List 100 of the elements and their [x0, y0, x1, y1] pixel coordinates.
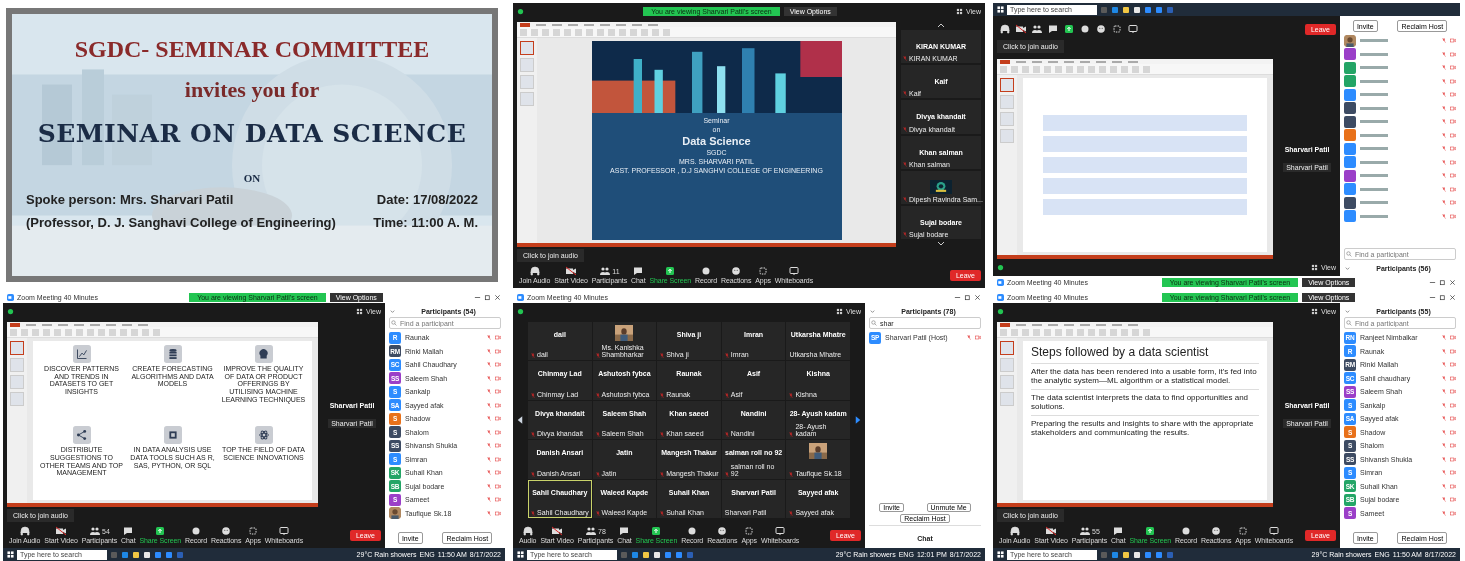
participant-row[interactable]	[1344, 34, 1456, 48]
participant-row[interactable]	[1344, 115, 1456, 129]
slide-text: Data Science	[682, 135, 751, 147]
video-off-icon	[495, 470, 501, 476]
start-icon[interactable]	[997, 551, 1004, 558]
camera-off-icon	[565, 266, 577, 276]
reactions-tool-button[interactable]	[1095, 24, 1107, 34]
record-tool-button[interactable]	[1079, 24, 1091, 34]
shield-icon[interactable]	[997, 308, 1004, 315]
whiteboard-icon	[787, 266, 800, 276]
previous-page-icon[interactable]	[517, 415, 523, 425]
video-off-icon	[495, 348, 501, 354]
search-icon	[1346, 320, 1352, 326]
collapse-icon[interactable]	[389, 307, 396, 315]
video-off-icon	[1450, 132, 1456, 138]
shield-icon[interactable]	[517, 308, 524, 315]
muted-mic-icon	[1442, 497, 1446, 503]
blurred-name	[1360, 52, 1388, 56]
video-off-icon	[495, 497, 501, 503]
audio-tool-button[interactable]	[999, 24, 1011, 34]
close-icon[interactable]	[1449, 278, 1456, 286]
video-off-icon	[1450, 443, 1456, 449]
collapse-icon[interactable]	[1344, 264, 1351, 272]
participant-row[interactable]	[1344, 101, 1456, 115]
video-off-icon	[495, 389, 501, 395]
next-page-icon[interactable]	[855, 415, 861, 425]
atom-icon	[254, 426, 273, 445]
muted-mic-icon	[487, 443, 491, 449]
time-line: Time: 11:00 A. M.	[373, 215, 478, 230]
share-screen-icon	[1144, 526, 1157, 536]
video-tool-button[interactable]	[1015, 24, 1027, 34]
whiteboard-tool-button[interactable]	[1127, 24, 1139, 34]
grid-icon[interactable]	[1310, 308, 1318, 315]
scroll-down-icon[interactable]	[936, 241, 946, 248]
shield-icon[interactable]	[997, 264, 1004, 271]
chat-bubble-icon	[632, 266, 645, 276]
camera-off-icon	[55, 526, 67, 536]
muted-mic-icon	[1442, 402, 1446, 408]
grid-icon[interactable]	[355, 308, 363, 315]
share-icon	[72, 426, 91, 445]
participant-row[interactable]	[1344, 169, 1456, 183]
participants-tool-button[interactable]	[1031, 24, 1043, 34]
video-off-icon	[495, 510, 501, 516]
video-off-icon	[1450, 389, 1456, 395]
muted-mic-icon	[903, 126, 907, 132]
start-icon[interactable]	[997, 6, 1004, 13]
muted-mic-icon	[1442, 65, 1446, 71]
video-off-icon	[1450, 362, 1456, 368]
muted-mic-icon	[1442, 92, 1446, 98]
whiteboard-icon	[774, 526, 787, 536]
blurred-name	[1360, 79, 1388, 83]
apps-icon	[1111, 24, 1123, 34]
shield-icon[interactable]	[517, 8, 524, 15]
scroll-up-icon[interactable]	[936, 22, 946, 28]
muted-mic-icon	[1442, 173, 1446, 179]
video-off-icon	[1450, 470, 1456, 476]
video-off-icon	[495, 483, 501, 489]
shield-icon[interactable]	[7, 308, 14, 315]
committee-title: SGDC- SEMINAR COMMITTEE	[74, 36, 430, 63]
muted-mic-icon	[1442, 186, 1446, 192]
participant-row[interactable]	[1344, 196, 1456, 210]
restore-icon[interactable]	[964, 293, 971, 301]
grid-icon[interactable]	[835, 308, 843, 315]
video-off-icon	[1450, 497, 1456, 503]
close-icon[interactable]	[974, 293, 981, 301]
blurred-name	[1360, 160, 1388, 164]
muted-mic-icon	[903, 232, 907, 238]
video-off-icon	[495, 429, 501, 435]
chat-tool-button[interactable]	[1047, 24, 1059, 34]
start-icon[interactable]	[517, 551, 524, 558]
close-icon[interactable]	[1449, 293, 1456, 301]
grid-icon[interactable]	[955, 8, 963, 15]
participant-row[interactable]	[1344, 47, 1456, 61]
grid-icon[interactable]	[1310, 264, 1318, 271]
video-off-icon	[1450, 335, 1456, 341]
people-icon	[89, 526, 101, 536]
smiley-icon	[716, 526, 729, 536]
muted-mic-icon	[487, 497, 491, 503]
video-off-icon	[1450, 105, 1456, 111]
collapse-icon[interactable]	[869, 307, 876, 315]
muted-mic-icon	[487, 362, 491, 368]
record-icon	[1079, 24, 1091, 34]
video-off-icon	[1450, 186, 1456, 192]
blurred-name	[1360, 214, 1388, 218]
whiteboard-icon	[277, 526, 290, 536]
muted-mic-icon	[903, 196, 907, 202]
start-icon[interactable]	[7, 551, 14, 558]
muted-mic-icon	[487, 335, 491, 341]
close-icon[interactable]	[494, 293, 501, 301]
collapse-icon[interactable]	[1344, 307, 1351, 315]
slide-paragraph: The data scientist interprets the data to find opportunities and solutions.	[1031, 389, 1259, 411]
blurred-name	[1360, 106, 1388, 110]
chart-icon	[72, 345, 91, 363]
video-off-icon	[1450, 483, 1456, 489]
restore-icon[interactable]	[484, 293, 491, 301]
apps-tool-button[interactable]	[1111, 24, 1123, 34]
muted-mic-icon	[967, 335, 971, 341]
muted-mic-icon	[903, 56, 907, 62]
share-tool-button[interactable]	[1063, 24, 1075, 34]
smiley-icon	[730, 266, 743, 276]
